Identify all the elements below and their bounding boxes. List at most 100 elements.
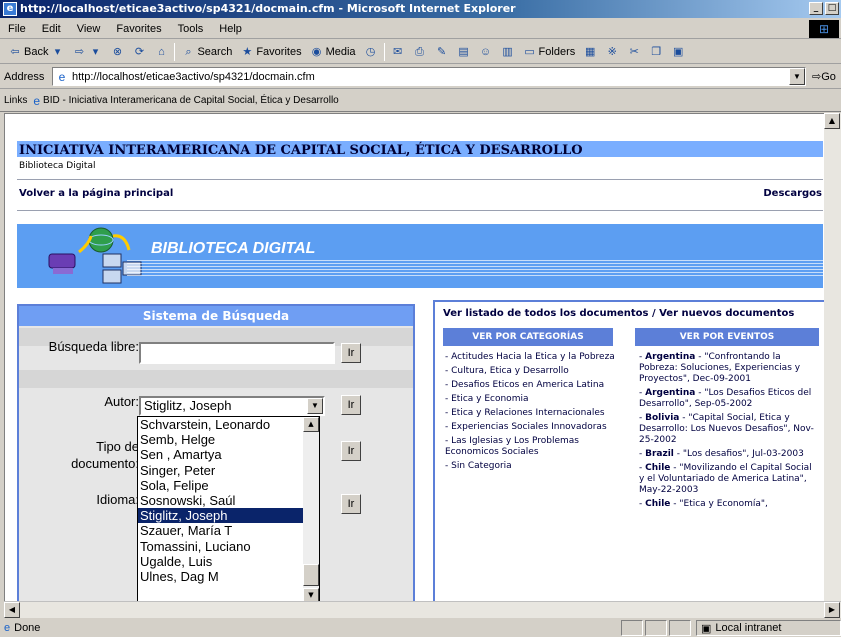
views-button[interactable]: ▦ [579,45,601,59]
category-link[interactable]: Cultura, Etica y Desarrollo [451,366,569,376]
author-select[interactable]: Stiglitz, Joseph ▼ [139,396,325,416]
status-bar: e Done ▣ Local intranet [0,619,841,637]
category-link[interactable]: Las Iglesias y Los Problemas Economicos … [445,436,579,457]
category-link[interactable]: Etica y Economia [451,394,528,404]
divider [17,179,823,180]
scroll-thumb[interactable] [303,564,319,586]
categories-list: - Actitudes Hacia la Etica y la Pobreza … [445,352,615,471]
page-viewport: INICIATIVA INTERAMERICANA DE CAPITAL SOC… [4,113,824,601]
forward-arrow-icon: ⇨ [74,45,85,58]
horizontal-scrollbar[interactable]: ◀ ▶ [4,601,841,618]
discuss-button[interactable]: ▤ [453,45,475,59]
edit-button[interactable]: ✎ [431,45,453,59]
dropdown-scrollbar[interactable]: ▲ ▼ [303,417,319,601]
address-dropdown-button[interactable]: ▼ [789,68,805,85]
forward-button[interactable]: ⇨ ▾ [68,45,106,59]
folders-button[interactable]: ▭ Folders [519,45,580,59]
research-button[interactable]: ▥ [497,45,519,59]
menu-view[interactable]: View [69,23,109,35]
menu-help[interactable]: Help [211,23,250,35]
category-link[interactable]: Etica y Relaciones Internacionales [451,408,604,418]
menu-edit[interactable]: Edit [34,23,69,35]
event-link[interactable]: - Bolivia - "Capital Social, Etica y Des… [639,413,819,446]
doctype-go-button[interactable]: Ir [341,441,361,461]
author-option[interactable]: Szauer, María T [138,523,319,538]
minimize-button[interactable]: _ [809,2,823,15]
category-link[interactable]: Actitudes Hacia la Etica y la Pobreza [451,352,615,362]
stop-button[interactable]: ⊗ [106,45,128,59]
favorites-button[interactable]: ★ Favorites [236,45,305,59]
browse-panel: Ver listado de todos los documentos / Ve… [433,300,824,601]
category-link[interactable]: Experiencias Sociales Innovadoras [451,422,607,432]
author-option-selected[interactable]: Stiglitz, Joseph [138,508,319,524]
go-button[interactable]: ⇨Go [812,70,836,83]
maximize-button[interactable]: □ [825,2,839,15]
search-heading: Sistema de Búsqueda [19,306,413,326]
menu-file[interactable]: File [0,23,34,35]
category-link[interactable]: Desafios Eticos en America Latina [451,380,604,390]
event-link[interactable]: - Argentina - "Confrontando la Pobreza: … [639,352,819,385]
home-link[interactable]: Volver a la página principal [19,188,173,199]
copy-icon: ❐ [651,45,662,58]
favorites-icon: ★ [242,45,253,58]
author-option[interactable]: Sosnowski, Saúl [138,493,319,508]
ie-page-icon: e [33,93,41,108]
author-option[interactable]: Sola, Felipe [138,478,319,493]
chevron-down-icon[interactable]: ▼ [307,398,323,414]
free-search-label: Búsqueda libre: [48,339,139,354]
translate-button[interactable]: ※ [601,45,623,59]
author-go-button[interactable]: Ir [341,395,361,415]
print-button[interactable]: ⎙ [409,45,431,59]
links-item[interactable]: BID - Iniciativa Interamericana de Capit… [43,95,339,106]
language-go-button[interactable]: Ir [341,494,361,514]
author-option[interactable]: Ulnes, Dag M [138,569,319,584]
ie-page-icon: e [58,69,66,84]
author-option[interactable]: Sen , Amartya [138,447,319,462]
author-option[interactable]: Ugalde, Luis [138,554,319,569]
menu-tools[interactable]: Tools [170,23,212,35]
copy-button[interactable]: ❐ [645,45,667,59]
scroll-up-icon[interactable]: ▲ [824,113,840,129]
search-button[interactable]: ⌕ Search [177,45,236,59]
event-link[interactable]: - Chile - "Movilizando el Capital Social… [639,463,819,496]
divider [17,210,823,211]
author-select-value: Stiglitz, Joseph [144,398,232,413]
scroll-up-icon[interactable]: ▲ [303,417,319,432]
banner: BIBLIOTECA DIGITAL [17,224,823,288]
event-link[interactable]: - Chile - "Etica y Economía", [639,499,819,510]
document-list-links[interactable]: Ver listado de todos los documentos / Ve… [443,308,794,319]
messenger-button[interactable]: ☺ [475,45,497,59]
refresh-button[interactable]: ⟳ [128,45,150,59]
author-option[interactable]: Tomassini, Luciano [138,539,319,554]
scroll-right-icon[interactable]: ▶ [824,602,840,618]
messenger-icon: ☺ [479,45,492,58]
media-button[interactable]: ◉ Media [306,45,360,59]
author-option[interactable]: Schvarstein, Leonardo [138,417,319,432]
mail-button[interactable]: ✉ [387,45,409,59]
free-search-input[interactable] [139,342,335,364]
free-search-go-button[interactable]: Ir [341,343,361,363]
home-button[interactable]: ⌂ [150,45,172,59]
media-icon: ◉ [311,45,322,58]
cut-button[interactable]: ✂ [623,45,645,59]
author-dropdown-list[interactable]: Schvarstein, Leonardo Semb, Helge Sen , … [137,416,320,601]
network-computers-icon [48,227,142,284]
author-option[interactable]: Semb, Helge [138,432,319,447]
vertical-scrollbar[interactable]: ▲ [824,113,841,601]
language-label: Idioma: [96,492,139,507]
views-icon: ▦ [585,45,596,58]
downloads-link[interactable]: Descargos [763,188,822,199]
scroll-down-icon[interactable]: ▼ [303,588,319,601]
menu-favorites[interactable]: Favorites [108,23,169,35]
paste-button[interactable]: ▣ [667,45,689,59]
category-link[interactable]: Sin Categoria [451,461,512,471]
address-input[interactable]: e http://localhost/eticae3activo/sp4321/… [52,67,806,86]
history-button[interactable]: ◷ [360,45,382,59]
event-link[interactable]: - Brazil - "Los desafios", Jul-03-2003 [639,449,819,460]
author-option[interactable]: Singer, Peter [138,463,319,478]
cut-icon: ✂ [629,45,639,58]
folders-icon: ▭ [524,45,535,58]
back-button[interactable]: ⇦ Back ▾ [4,45,68,59]
scroll-left-icon[interactable]: ◀ [4,602,20,618]
event-link[interactable]: - Argentina - "Los Desafios Eticos del D… [639,388,819,410]
